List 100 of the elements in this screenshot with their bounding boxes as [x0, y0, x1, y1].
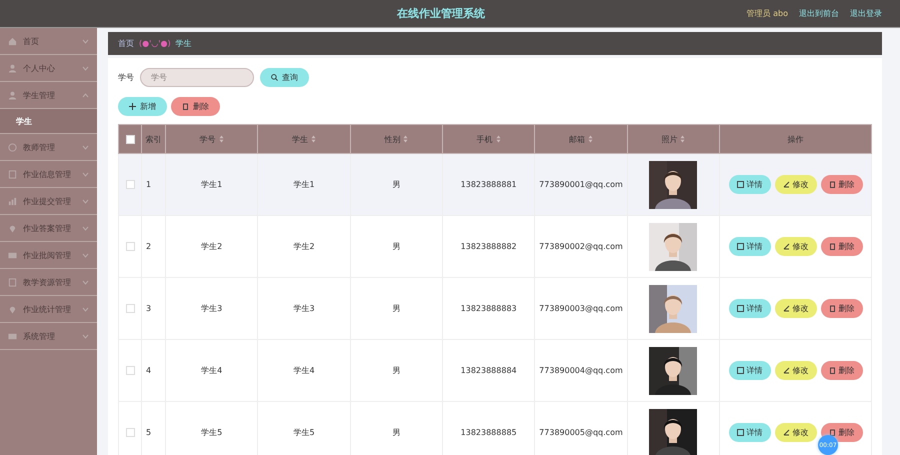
menu-item[interactable]: 个人中心: [0, 55, 97, 82]
chevron-icon: [82, 252, 89, 258]
row-action-button[interactable]: 修改: [774, 237, 816, 256]
table-cell: 学生1: [293, 180, 315, 189]
row-action-button[interactable]: 修改: [774, 175, 816, 194]
table-cell: 773890004@qq.com: [539, 366, 623, 375]
row-action-button[interactable]: 删除: [820, 423, 862, 442]
search-button[interactable]: 查询: [260, 68, 309, 87]
trash-icon: [828, 305, 836, 312]
row-action-button[interactable]: 修改: [774, 423, 816, 442]
pencil-icon: [782, 181, 790, 188]
table-cell: 773890003@qq.com: [539, 304, 623, 313]
column-header: 索引: [142, 124, 166, 154]
table-row[interactable]: 4 学生4 学生4 男 13823888884 773890004@qq.com 详情 修改 删除: [118, 340, 872, 402]
chevron-icon: [82, 226, 89, 230]
column-header[interactable]: 性别: [350, 124, 442, 154]
column-header[interactable]: 学生: [258, 124, 350, 154]
pin-icon: [8, 224, 17, 232]
table-row[interactable]: 3 学生3 学生3 男 13823888883 773890003@qq.com 详情 修改 删除: [118, 278, 872, 340]
plus-icon: [129, 103, 136, 110]
checkbox[interactable]: [126, 366, 134, 376]
menu-item[interactable]: 作业答案管理: [0, 215, 97, 242]
table-cell: 4: [146, 366, 152, 375]
column-header[interactable]: 手机: [442, 124, 535, 154]
menu-item[interactable]: 教学资源管理: [0, 269, 97, 296]
table-cell: 学生5: [293, 428, 315, 437]
table-cell: 3: [146, 304, 152, 313]
row-action-button[interactable]: 详情: [728, 361, 770, 380]
table-cell: 13823888883: [460, 304, 517, 313]
card-icon: [8, 332, 17, 340]
submenu-item[interactable]: 学生: [0, 109, 97, 134]
header-link[interactable]: 退出登录: [850, 8, 882, 19]
column-header[interactable]: 学号: [166, 124, 258, 154]
row-action-button[interactable]: 删除: [820, 175, 862, 194]
clock-icon: [8, 142, 17, 152]
table-cell: 1: [146, 180, 152, 189]
chevron-icon: [82, 92, 89, 98]
menu-item[interactable]: 作业批阅管理: [0, 242, 97, 269]
checkbox[interactable]: [126, 134, 134, 144]
menu-item[interactable]: 系统管理: [0, 323, 97, 350]
checkbox[interactable]: [126, 242, 134, 252]
menu-item[interactable]: 作业提交管理: [0, 188, 97, 215]
column-header[interactable]: 邮箱: [534, 124, 628, 154]
row-action-button[interactable]: 详情: [728, 175, 770, 194]
breadcrumb-current: 学生: [176, 38, 192, 49]
chevron-icon: [82, 198, 89, 204]
trash-icon: [828, 367, 836, 374]
row-action-button[interactable]: 删除: [820, 237, 862, 256]
row-action-button[interactable]: 修改: [774, 299, 816, 318]
table-cell: 773890002@qq.com: [539, 242, 623, 251]
search-field[interactable]: 学号: [140, 68, 254, 87]
search-icon: [271, 74, 278, 81]
app-title: 在线作业管理系统: [397, 6, 485, 21]
sort-icon: [680, 135, 686, 143]
table-cell: 13823888882: [460, 242, 517, 251]
menu-item[interactable]: 作业信息管理: [0, 161, 97, 188]
table-cell: 男: [392, 366, 400, 375]
row-action-button[interactable]: 详情: [728, 299, 770, 318]
trash-icon: [828, 243, 836, 250]
chart-icon: [8, 196, 17, 206]
table-cell: 13823888885: [460, 428, 517, 437]
menu-item[interactable]: 作业统计管理: [0, 296, 97, 323]
column-header[interactable]: 照片: [627, 124, 720, 154]
table-cell: 学生5: [201, 428, 222, 437]
sort-icon: [588, 135, 593, 143]
trash-icon: [828, 181, 836, 188]
column-header: 操作: [720, 124, 872, 154]
table-cell: 男: [392, 242, 400, 251]
add-button[interactable]: 新增: [118, 97, 167, 116]
row-action-button[interactable]: 详情: [728, 237, 770, 256]
row-action-button[interactable]: 删除: [820, 361, 862, 380]
menu-item[interactable]: 教师管理: [0, 134, 97, 161]
document-icon: [8, 278, 17, 286]
trash-icon: [828, 429, 836, 436]
table-cell: 773890001@qq.com: [539, 180, 623, 189]
row-action-button[interactable]: 删除: [820, 299, 862, 318]
delete-button[interactable]: 删除: [171, 97, 220, 116]
header-link[interactable]: 退出到前台: [799, 8, 839, 19]
document-icon: [8, 170, 17, 178]
breadcrumb-link[interactable]: 首页: [118, 38, 134, 49]
user-icon: [8, 90, 17, 100]
table-row[interactable]: 1 学生1 学生1 男 13823888881 773890001@qq.com 详情 修改 删除: [118, 154, 872, 216]
checkbox[interactable]: [126, 180, 134, 190]
checkbox[interactable]: [126, 428, 134, 438]
pencil-icon: [782, 305, 790, 312]
menu-item[interactable]: 首页: [0, 28, 97, 55]
table-cell: 学生1: [201, 180, 222, 189]
card-icon: [8, 250, 17, 260]
sort-icon: [310, 135, 316, 143]
trash-icon: [182, 103, 189, 110]
table-cell: 2: [146, 242, 152, 251]
table-cell: 男: [392, 180, 400, 189]
checkbox[interactable]: [126, 304, 134, 314]
chevron-icon: [82, 334, 89, 338]
chevron-icon: [82, 172, 89, 176]
row-action-button[interactable]: 修改: [774, 361, 816, 380]
row-action-button[interactable]: 详情: [728, 423, 770, 442]
breadcrumb-separator: (●'◡'●): [139, 39, 171, 48]
chevron-icon: [82, 144, 89, 150]
table-row[interactable]: 2 学生2 学生2 男 13823888882 773890002@qq.com 详情 修改 删除: [118, 216, 872, 278]
